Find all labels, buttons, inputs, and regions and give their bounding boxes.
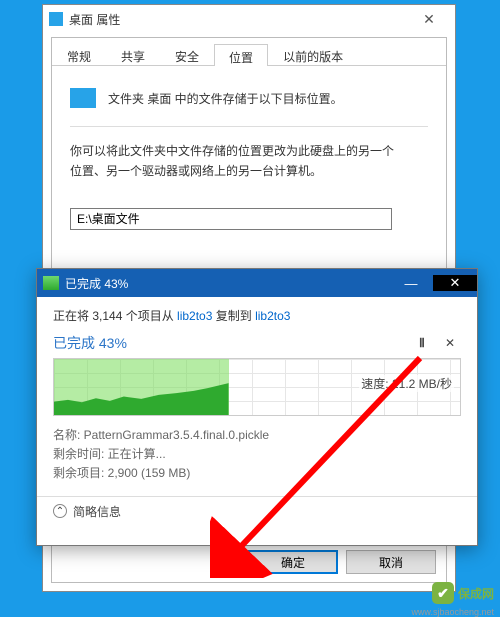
- properties-title: 桌面 属性: [69, 11, 409, 28]
- shield-icon: ✔: [432, 582, 454, 604]
- chevron-up-icon: ⌃: [53, 504, 67, 518]
- detail-name: 名称: PatternGrammar3.5.4.final.0.pickle: [53, 426, 461, 445]
- copy-body: 正在将 3,144 个项目从 lib2to3 复制到 lib2to3 已完成 4…: [37, 297, 477, 526]
- detail-remaining-time: 剩余时间: 正在计算...: [53, 445, 461, 464]
- minimize-icon[interactable]: —: [389, 276, 433, 291]
- properties-titlebar[interactable]: 桌面 属性 ✕: [43, 5, 455, 33]
- tab-security[interactable]: 安全: [160, 43, 214, 65]
- pause-icon[interactable]: Ⅱ: [411, 332, 433, 354]
- copy-source-link[interactable]: lib2to3: [177, 309, 212, 323]
- tab-general[interactable]: 常规: [52, 43, 106, 65]
- transfer-graph: 速度: 21.2 MB/秒: [53, 358, 461, 416]
- cancel-icon[interactable]: ✕: [439, 332, 461, 354]
- speed-label: 速度: 21.2 MB/秒: [359, 375, 454, 392]
- copy-details: 名称: PatternGrammar3.5.4.final.0.pickle 剩…: [53, 426, 461, 484]
- copy-title: 已完成 43%: [65, 275, 389, 292]
- tab-strip: 常规 共享 安全 位置 以前的版本: [52, 38, 446, 66]
- folder-small-icon: [49, 12, 63, 26]
- watermark: ✔ 保成网 www.sjbaocheng.net: [380, 570, 500, 608]
- close-icon[interactable]: ✕: [409, 11, 449, 28]
- tab-body: 文件夹 桌面 中的文件存储于以下目标位置。 你可以将此文件夹中文件存储的位置更改…: [52, 66, 446, 246]
- tab-previous-versions[interactable]: 以前的版本: [268, 43, 358, 65]
- transfer-icon: [43, 276, 59, 290]
- fewer-details-toggle[interactable]: ⌃ 简略信息: [53, 503, 461, 520]
- location-description: 文件夹 桌面 中的文件存储于以下目标位置。: [108, 90, 343, 107]
- detail-remaining-items: 剩余项目: 2,900 (159 MB): [53, 464, 461, 483]
- tab-location[interactable]: 位置: [214, 44, 268, 66]
- divider: [37, 496, 477, 497]
- copy-summary: 正在将 3,144 个项目从 lib2to3 复制到 lib2to3: [53, 307, 461, 324]
- close-icon[interactable]: ✕: [433, 275, 477, 291]
- ok-button[interactable]: 确定: [248, 550, 338, 574]
- copy-titlebar[interactable]: 已完成 43% — ✕: [37, 269, 477, 297]
- divider: [70, 126, 428, 127]
- watermark-brand: 保成网: [458, 585, 494, 602]
- copy-heading: 已完成 43%: [53, 333, 405, 353]
- copy-dest-link[interactable]: lib2to3: [255, 309, 290, 323]
- folder-icon: [70, 88, 96, 108]
- copy-progress-dialog: 已完成 43% — ✕ 正在将 3,144 个项目从 lib2to3 复制到 l…: [36, 268, 478, 546]
- watermark-url: www.sjbaocheng.net: [411, 607, 494, 617]
- location-explain: 你可以将此文件夹中文件存储的位置更改为此硬盘上的另一个 位置、另一个驱动器或网络…: [70, 141, 428, 182]
- path-input[interactable]: [70, 208, 392, 230]
- tab-sharing[interactable]: 共享: [106, 43, 160, 65]
